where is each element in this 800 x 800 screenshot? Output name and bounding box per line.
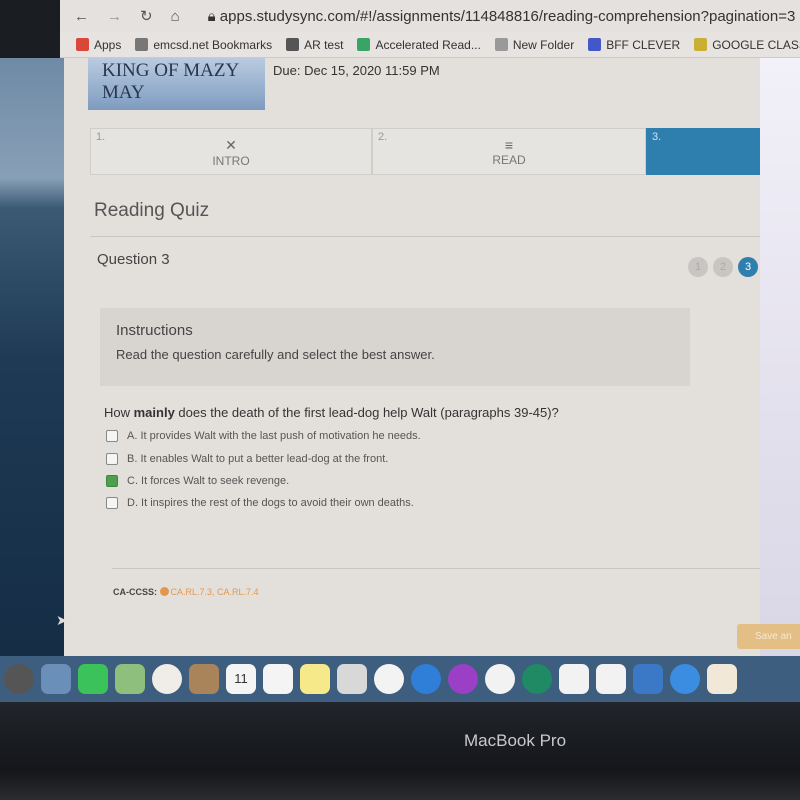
answer-option[interactable]: C. It forces Walt to seek revenge. — [106, 475, 289, 487]
desktop-background — [0, 58, 64, 658]
instructions-box: Instructions Read the question carefully… — [100, 308, 690, 386]
bookmark-item[interactable]: AR test — [286, 38, 343, 52]
tab-quiz[interactable]: 3. — [646, 128, 760, 175]
question-text: How mainly does the death of the first l… — [104, 405, 559, 420]
launchpad-icon[interactable] — [4, 664, 34, 694]
divider — [90, 236, 760, 237]
bookmark-icon — [494, 38, 508, 51]
keynote-icon[interactable] — [633, 664, 663, 694]
screen-glare — [760, 58, 800, 656]
tab-intro[interactable]: 1. ✕ INTRO — [90, 128, 372, 175]
bookmark-icon — [135, 38, 149, 51]
page-title: Reading Quiz — [94, 200, 210, 221]
photos-icon[interactable] — [152, 664, 182, 694]
dock: 11 — [0, 656, 800, 702]
chrome-icon[interactable] — [596, 664, 626, 694]
music-icon[interactable] — [374, 664, 404, 694]
bookmark-icon — [357, 38, 371, 51]
back-icon[interactable]: ← — [74, 8, 89, 25]
calendar-icon[interactable]: 11 — [226, 664, 256, 694]
page-3-button[interactable]: 3 — [738, 257, 758, 277]
safari-icon[interactable] — [411, 664, 441, 694]
bookmarks-bar: Apps emcsd.net Bookmarks AR test Accelerate… — [60, 32, 800, 58]
bookmark-icon — [76, 38, 89, 51]
pages-icon[interactable] — [707, 664, 737, 694]
due-date: Due: Dec 15, 2020 11:59 PM — [273, 63, 440, 78]
bookmark-item[interactable]: Apps — [76, 38, 121, 52]
standards-line: CA-CCSS: CA.RL.7.3, CA.RL.7.4 — [113, 587, 259, 597]
bookmark-item[interactable]: Accelerated Read... — [357, 38, 481, 52]
answer-checkbox[interactable] — [106, 430, 118, 442]
answer-checkbox[interactable] — [106, 453, 118, 465]
tab-read[interactable]: 2. ≡ READ — [372, 128, 646, 175]
instructions-title: Instructions — [116, 322, 193, 339]
read-icon: ≡ — [504, 137, 514, 153]
device-label: MacBook Pro — [464, 731, 567, 750]
divider — [112, 568, 760, 569]
answer-checkbox[interactable] — [106, 475, 118, 487]
notes-icon[interactable] — [300, 664, 330, 694]
bookmark-item[interactable]: emcsd.net Bookmarks — [135, 38, 272, 52]
laptop-bezel — [0, 702, 800, 800]
standards-codes[interactable]: CA.RL.7.3, CA.RL.7.4 — [171, 587, 259, 597]
home-icon[interactable]: ⌂ — [171, 8, 180, 25]
address-bar[interactable]: 🔒︎ apps.studysync.com/#!/assignments/114… — [208, 8, 796, 25]
messages-icon[interactable] — [670, 664, 700, 694]
bookmark-icon — [286, 38, 300, 51]
info-icon[interactable] — [159, 587, 169, 596]
intro-icon: ✕ — [225, 137, 237, 153]
chat-icon[interactable] — [522, 664, 552, 694]
assignment-cover-image: KING OF MAZY MAY — [88, 58, 265, 110]
page-2-button[interactable]: 2 — [713, 257, 733, 277]
forward-icon[interactable]: → — [107, 8, 122, 25]
bookmark-icon — [588, 38, 602, 51]
news-icon[interactable] — [485, 664, 515, 694]
bookmark-item[interactable]: BFF CLEVER — [588, 38, 680, 52]
mail-icon[interactable] — [41, 664, 71, 694]
answer-checkbox[interactable] — [106, 497, 118, 509]
instructions-text: Read the question carefully and select t… — [116, 347, 435, 362]
reload-icon[interactable]: ↻ — [140, 7, 153, 25]
reminders-icon[interactable] — [263, 664, 293, 694]
page-1-button[interactable]: 1 — [688, 257, 708, 277]
facetime-icon[interactable] — [78, 664, 108, 694]
save-button[interactable]: Save an — [737, 624, 800, 649]
browser-toolbar: ← → ↻ ⌂ 🔒︎ apps.studysync.com/#!/assignm… — [60, 0, 800, 32]
answer-option[interactable]: D. It inspires the rest of the dogs to a… — [106, 497, 414, 509]
bookmark-item[interactable]: GOOGLE CLASSR... — [694, 38, 800, 52]
answer-option[interactable]: B. It enables Walt to put a better lead-… — [106, 453, 388, 465]
bookmark-icon — [694, 38, 708, 51]
contacts-icon[interactable] — [189, 664, 219, 694]
numbers-icon[interactable] — [559, 664, 589, 694]
bookmark-item[interactable]: New Folder — [494, 38, 574, 52]
podcasts-icon[interactable] — [448, 664, 478, 694]
screenshot-icon[interactable] — [337, 664, 367, 694]
lock-icon: 🔒︎ — [207, 7, 220, 25]
answer-option[interactable]: A. It provides Walt with the last push o… — [106, 430, 421, 442]
maps-icon[interactable] — [115, 664, 145, 694]
question-label: Question 3 — [97, 251, 170, 268]
mouse-cursor-icon: ➤ — [56, 612, 68, 628]
